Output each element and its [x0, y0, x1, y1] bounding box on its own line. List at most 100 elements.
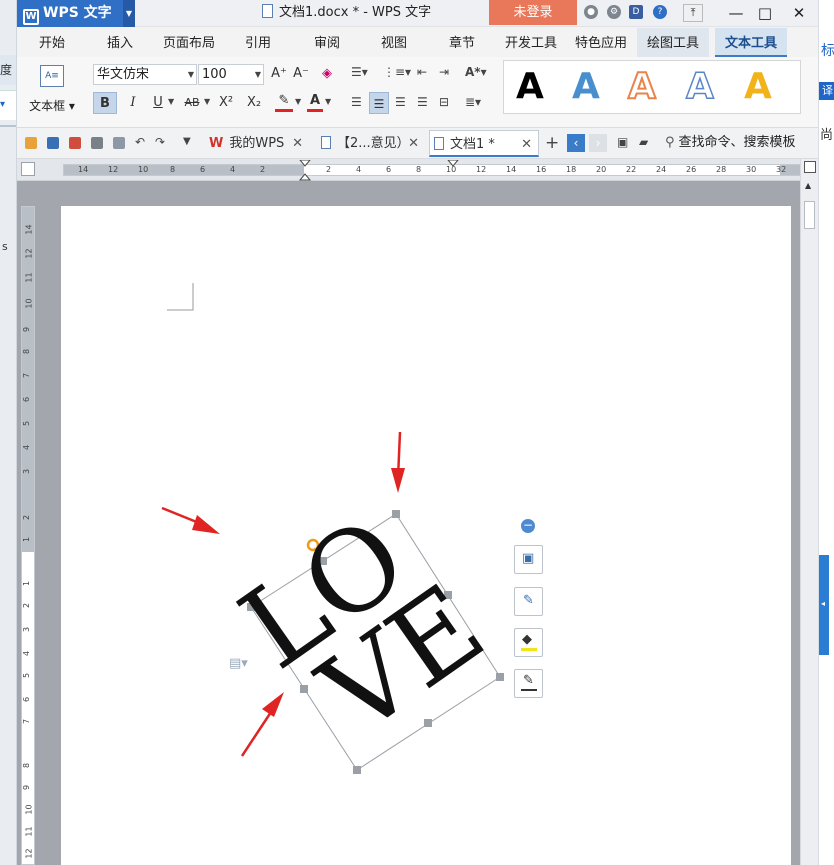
clear-format-icon[interactable]: ◈: [317, 63, 337, 85]
subscript-button[interactable]: X₂: [243, 92, 265, 114]
ruler-number: 6: [22, 696, 32, 703]
split-view-icon[interactable]: [804, 161, 816, 173]
decrease-indent-icon[interactable]: ⇤: [417, 65, 427, 79]
justify-icon[interactable]: ☰: [417, 95, 428, 109]
minimize-button[interactable]: —: [721, 1, 751, 25]
text-effects-icon[interactable]: A*▾: [465, 65, 487, 79]
tab-special[interactable]: 特色应用: [575, 28, 627, 57]
app-menu-button[interactable]: W WPS 文字 ▼: [17, 0, 135, 27]
ruler-number: 5: [22, 420, 32, 427]
wordart-style-blue-outline[interactable]: A: [685, 65, 714, 108]
next-tab-icon[interactable]: ›: [589, 134, 607, 152]
previous-tab-icon[interactable]: ‹: [567, 134, 585, 152]
restore-ribbon-icon[interactable]: ⤒: [683, 4, 703, 22]
increase-indent-icon[interactable]: ⇥: [439, 65, 449, 79]
tab-stop-selector[interactable]: [21, 162, 35, 176]
tab-drawing-tools[interactable]: 绘图工具: [637, 28, 710, 57]
tab-developer[interactable]: 开发工具: [505, 28, 557, 57]
strikethrough-button[interactable]: AB: [181, 92, 203, 114]
document-page[interactable]: LO VE ▤▾ − ▣ ✎ ◆ ✎: [61, 206, 791, 865]
chevron-down-icon[interactable]: ▼: [295, 97, 301, 106]
indent-marker[interactable]: [298, 160, 312, 182]
close-icon[interactable]: ✕: [408, 130, 419, 157]
wordart-style-gold[interactable]: A: [744, 66, 772, 108]
font-size-select[interactable]: 100 ▼: [198, 64, 264, 85]
align-center-icon[interactable]: ☰: [369, 92, 389, 114]
export-pdf-icon[interactable]: [69, 137, 81, 149]
layout-button[interactable]: ▣: [514, 545, 543, 574]
tab-text-tools[interactable]: 文本工具: [715, 28, 788, 57]
login-button[interactable]: 未登录: [489, 0, 577, 25]
tab-review[interactable]: 审阅: [314, 28, 340, 57]
settings-icon[interactable]: ⚙: [607, 5, 621, 19]
save-icon[interactable]: [47, 137, 59, 149]
tab-page-layout[interactable]: 页面布局: [163, 28, 215, 57]
tab-references[interactable]: 引用: [245, 28, 271, 57]
redo-icon[interactable]: ↷: [155, 135, 165, 149]
bullet-list-icon[interactable]: ☰▾: [351, 65, 368, 79]
wordart-text[interactable]: LO VE: [219, 479, 507, 777]
layout-options-icon[interactable]: ▤▾: [229, 656, 248, 671]
new-tab-icon[interactable]: +: [545, 133, 559, 153]
grow-font-button[interactable]: A⁺: [269, 63, 289, 85]
textbox-button[interactable]: A≡ 文本框 ▾: [23, 61, 81, 121]
translate-button[interactable]: 译: [819, 82, 834, 100]
close-button[interactable]: ✕: [784, 1, 814, 25]
undo-icon[interactable]: ↶: [135, 135, 145, 149]
tab-marker[interactable]: [446, 160, 460, 172]
vertical-scrollbar[interactable]: ▲: [800, 159, 818, 865]
tab-home[interactable]: 开始: [39, 28, 65, 57]
pin-icon[interactable]: ▰: [639, 135, 648, 149]
outline-button[interactable]: ✎: [514, 669, 543, 698]
tab-document-1[interactable]: 文档1 * ✕: [429, 130, 539, 157]
fill-button[interactable]: ◆: [514, 628, 543, 657]
align-right-icon[interactable]: ☰: [395, 95, 406, 109]
wordart-style-black[interactable]: A: [516, 66, 544, 108]
align-left-icon[interactable]: ☰: [351, 95, 362, 109]
wordart-style-orange-outline[interactable]: A: [627, 65, 657, 108]
shape-style-button[interactable]: ✎: [514, 587, 543, 616]
collapse-panel-handle[interactable]: ◂: [819, 555, 829, 655]
maximize-button[interactable]: □: [750, 1, 780, 25]
collapse-panel-icon[interactable]: −: [521, 519, 535, 533]
chevron-down-icon[interactable]: ▼: [123, 0, 135, 27]
print-icon[interactable]: [91, 137, 103, 149]
highlight-color-icon[interactable]: ✎: [275, 92, 293, 112]
shrink-font-button[interactable]: A⁻: [291, 63, 311, 85]
command-search[interactable]: ⚲ 查找命令、搜索模板: [665, 132, 813, 154]
tab-view[interactable]: 视图: [381, 28, 407, 57]
scroll-thumb[interactable]: [804, 201, 815, 229]
close-icon[interactable]: ✕: [521, 131, 532, 158]
tab-my-wps[interactable]: W 我的WPS ✕: [205, 130, 309, 157]
chevron-down-icon[interactable]: ▼: [188, 65, 194, 84]
resize-handle[interactable]: [353, 766, 361, 774]
distribute-icon[interactable]: ⊟: [439, 95, 449, 109]
tab-insert[interactable]: 插入: [107, 28, 133, 57]
open-icon[interactable]: [25, 137, 37, 149]
tab-list-icon[interactable]: ▣: [617, 135, 628, 149]
underline-button[interactable]: U: [149, 92, 167, 114]
chevron-down-icon[interactable]: ▼: [255, 65, 261, 84]
print-preview-icon[interactable]: [113, 137, 125, 149]
scroll-up-icon[interactable]: ▲: [805, 181, 811, 190]
tab-document-2[interactable]: 【2...意见） ✕: [317, 130, 425, 157]
chevron-down-icon[interactable]: ▼: [204, 97, 210, 106]
chevron-down-icon[interactable]: ▼: [168, 97, 174, 106]
superscript-button[interactable]: X²: [215, 92, 237, 114]
chevron-down-icon[interactable]: ▼: [325, 97, 331, 106]
resize-handle[interactable]: [392, 510, 400, 518]
skin-icon[interactable]: ●: [584, 5, 598, 19]
font-color-icon[interactable]: A: [307, 92, 323, 112]
bold-button[interactable]: B: [93, 92, 117, 114]
numbered-list-icon[interactable]: ⋮≡▾: [383, 65, 411, 79]
chevron-down-icon[interactable]: ▼: [183, 136, 191, 147]
help-icon[interactable]: ?: [653, 5, 667, 19]
wordart-style-blue[interactable]: A: [572, 66, 600, 108]
italic-button[interactable]: I: [123, 92, 143, 114]
share-icon[interactable]: D: [629, 5, 643, 19]
line-spacing-icon[interactable]: ≣▾: [465, 95, 481, 109]
font-family-select[interactable]: 华文仿宋 ▼: [93, 64, 197, 85]
resize-handle[interactable]: [496, 673, 504, 681]
close-icon[interactable]: ✕: [292, 130, 303, 157]
tab-chapter[interactable]: 章节: [449, 28, 475, 57]
